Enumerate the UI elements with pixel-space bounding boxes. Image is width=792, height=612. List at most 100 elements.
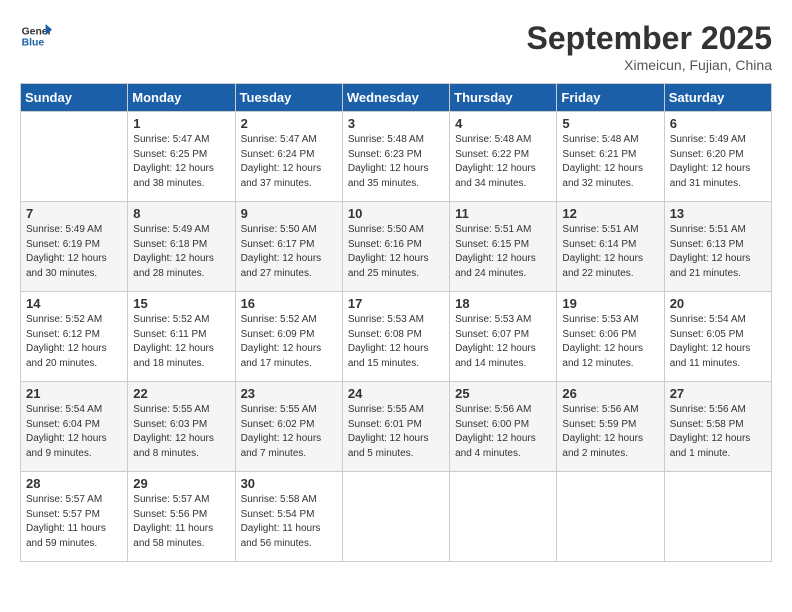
month-title: September 2025 [527, 20, 772, 57]
week-row-4: 21 Sunrise: 5:54 AM Sunset: 6:04 PM Dayli… [21, 382, 772, 472]
calendar-cell: 9 Sunrise: 5:50 AM Sunset: 6:17 PM Daylig… [235, 202, 342, 292]
week-row-3: 14 Sunrise: 5:52 AM Sunset: 6:12 PM Dayli… [21, 292, 772, 382]
day-info: Sunrise: 5:56 AM Sunset: 6:00 PM Dayligh… [455, 403, 551, 461]
day-number: 25 [455, 386, 551, 401]
title-block: September 2025 Ximeicun, Fujian, China [527, 20, 772, 73]
calendar-cell: 18Sunrise: 5:53 AM Sunset: 6:07 PM Dayli… [450, 292, 557, 382]
calendar-cell: 15 Sunrise: 5:52 AM Sunset: 6:11 PM Dayli… [128, 292, 235, 382]
calendar-cell: 20 Sunrise: 5:54 AM Sunset: 6:05 PM Dayli… [664, 292, 771, 382]
svg-text:Blue: Blue [22, 38, 45, 49]
day-number: 7 [26, 206, 122, 221]
calendar-cell: 21 Sunrise: 5:54 AM Sunset: 6:04 PM Dayli… [21, 382, 128, 472]
header-monday: Monday [128, 84, 235, 112]
day-info: Sunrise: 5:52 AM Sunset: 6:11 PM Dayligh… [133, 313, 229, 371]
day-number: 9 [241, 206, 337, 221]
calendar-cell: 14 Sunrise: 5:52 AM Sunset: 6:12 PM Dayli… [21, 292, 128, 382]
day-info: Sunrise: 5:51 AM Sunset: 6:15 PM Dayligh… [455, 223, 551, 281]
calendar-cell [557, 472, 664, 562]
day-info: Sunrise: 5:49 AM Sunset: 6:19 PM Dayligh… [26, 223, 122, 281]
calendar-cell: 11 Sunrise: 5:51 AM Sunset: 6:15 PM Dayli… [450, 202, 557, 292]
calendar-cell [342, 472, 449, 562]
day-info: Sunrise: 5:47 AM Sunset: 6:25 PM Dayligh… [133, 133, 229, 191]
logo: General Blue [20, 20, 52, 52]
week-row-5: 28 Sunrise: 5:57 AM Sunset: 5:57 PM Dayli… [21, 472, 772, 562]
day-number: 11 [455, 206, 551, 221]
day-number: 8 [133, 206, 229, 221]
day-info: Sunrise: 5:50 AM Sunset: 6:16 PM Dayligh… [348, 223, 444, 281]
header-friday: Friday [557, 84, 664, 112]
calendar-cell [664, 472, 771, 562]
day-info: Sunrise: 5:48 AM Sunset: 6:21 PM Dayligh… [562, 133, 658, 191]
day-number: 29 [133, 476, 229, 491]
day-number: 26 [562, 386, 658, 401]
calendar-cell: 7 Sunrise: 5:49 AM Sunset: 6:19 PM Daylig… [21, 202, 128, 292]
day-info: Sunrise: 5:54 AM Sunset: 6:05 PM Dayligh… [670, 313, 766, 371]
day-number: 4 [455, 116, 551, 131]
day-info: Sunrise: 5:56 AM Sunset: 5:58 PM Dayligh… [670, 403, 766, 461]
calendar-cell: 3Sunrise: 5:48 AM Sunset: 6:23 PM Daylig… [342, 112, 449, 202]
calendar-cell: 8 Sunrise: 5:49 AM Sunset: 6:18 PM Daylig… [128, 202, 235, 292]
location: Ximeicun, Fujian, China [527, 57, 772, 73]
day-number: 13 [670, 206, 766, 221]
logo-icon: General Blue [20, 20, 52, 52]
calendar-cell: 30 Sunrise: 5:58 AM Sunset: 5:54 PM Dayli… [235, 472, 342, 562]
day-info: Sunrise: 5:55 AM Sunset: 6:01 PM Dayligh… [348, 403, 444, 461]
day-number: 12 [562, 206, 658, 221]
day-info: Sunrise: 5:57 AM Sunset: 5:57 PM Dayligh… [26, 493, 122, 551]
day-info: Sunrise: 5:56 AM Sunset: 5:59 PM Dayligh… [562, 403, 658, 461]
header-saturday: Saturday [664, 84, 771, 112]
day-number: 27 [670, 386, 766, 401]
day-number: 18 [455, 296, 551, 311]
day-info: Sunrise: 5:54 AM Sunset: 6:04 PM Dayligh… [26, 403, 122, 461]
day-number: 19 [562, 296, 658, 311]
calendar-cell: 13 Sunrise: 5:51 AM Sunset: 6:13 PM Dayli… [664, 202, 771, 292]
day-number: 21 [26, 386, 122, 401]
day-number: 30 [241, 476, 337, 491]
calendar-cell: 4 Sunrise: 5:48 AM Sunset: 6:22 PM Daylig… [450, 112, 557, 202]
week-row-1: 1 Sunrise: 5:47 AM Sunset: 6:25 PM Daylig… [21, 112, 772, 202]
day-info: Sunrise: 5:51 AM Sunset: 6:13 PM Dayligh… [670, 223, 766, 281]
day-number: 24 [348, 386, 444, 401]
day-info: Sunrise: 5:49 AM Sunset: 6:20 PM Dayligh… [670, 133, 766, 191]
day-info: Sunrise: 5:51 AM Sunset: 6:14 PM Dayligh… [562, 223, 658, 281]
calendar-cell: 29 Sunrise: 5:57 AM Sunset: 5:56 PM Dayli… [128, 472, 235, 562]
day-number: 22 [133, 386, 229, 401]
day-number: 2 [241, 116, 337, 131]
calendar-cell: 10 Sunrise: 5:50 AM Sunset: 6:16 PM Dayli… [342, 202, 449, 292]
calendar-cell: 6 Sunrise: 5:49 AM Sunset: 6:20 PM Daylig… [664, 112, 771, 202]
day-info: Sunrise: 5:52 AM Sunset: 6:12 PM Dayligh… [26, 313, 122, 371]
calendar-cell: 24 Sunrise: 5:55 AM Sunset: 6:01 PM Dayli… [342, 382, 449, 472]
day-info: Sunrise: 5:53 AM Sunset: 6:06 PM Dayligh… [562, 313, 658, 371]
day-info: Sunrise: 5:53 AM Sunset: 6:08 PM Dayligh… [348, 313, 444, 371]
calendar-cell: 23 Sunrise: 5:55 AM Sunset: 6:02 PM Dayli… [235, 382, 342, 472]
day-number: 14 [26, 296, 122, 311]
day-number: 6 [670, 116, 766, 131]
calendar-cell [21, 112, 128, 202]
day-info: Sunrise: 5:48 AM Sunset: 6:22 PM Dayligh… [455, 133, 551, 191]
day-info: Sunrise: 5:57 AM Sunset: 5:56 PM Dayligh… [133, 493, 229, 551]
page-header: General Blue September 2025 Ximeicun, Fu… [20, 20, 772, 73]
calendar-cell: 12 Sunrise: 5:51 AM Sunset: 6:14 PM Dayli… [557, 202, 664, 292]
day-info: Sunrise: 5:58 AM Sunset: 5:54 PM Dayligh… [241, 493, 337, 551]
day-number: 10 [348, 206, 444, 221]
day-number: 28 [26, 476, 122, 491]
header-tuesday: Tuesday [235, 84, 342, 112]
day-info: Sunrise: 5:55 AM Sunset: 6:02 PM Dayligh… [241, 403, 337, 461]
calendar-cell: 22Sunrise: 5:55 AM Sunset: 6:03 PM Dayli… [128, 382, 235, 472]
day-number: 5 [562, 116, 658, 131]
week-row-2: 7 Sunrise: 5:49 AM Sunset: 6:19 PM Daylig… [21, 202, 772, 292]
calendar-cell: 27 Sunrise: 5:56 AM Sunset: 5:58 PM Dayli… [664, 382, 771, 472]
calendar-table: SundayMondayTuesdayWednesdayThursdayFrid… [20, 83, 772, 562]
day-number: 16 [241, 296, 337, 311]
day-info: Sunrise: 5:50 AM Sunset: 6:17 PM Dayligh… [241, 223, 337, 281]
calendar-cell: 17Sunrise: 5:53 AM Sunset: 6:08 PM Dayli… [342, 292, 449, 382]
day-number: 15 [133, 296, 229, 311]
calendar-cell [450, 472, 557, 562]
day-number: 23 [241, 386, 337, 401]
day-info: Sunrise: 5:49 AM Sunset: 6:18 PM Dayligh… [133, 223, 229, 281]
calendar-cell: 5 Sunrise: 5:48 AM Sunset: 6:21 PM Daylig… [557, 112, 664, 202]
day-number: 1 [133, 116, 229, 131]
day-number: 20 [670, 296, 766, 311]
header-thursday: Thursday [450, 84, 557, 112]
calendar-cell: 16Sunrise: 5:52 AM Sunset: 6:09 PM Dayli… [235, 292, 342, 382]
